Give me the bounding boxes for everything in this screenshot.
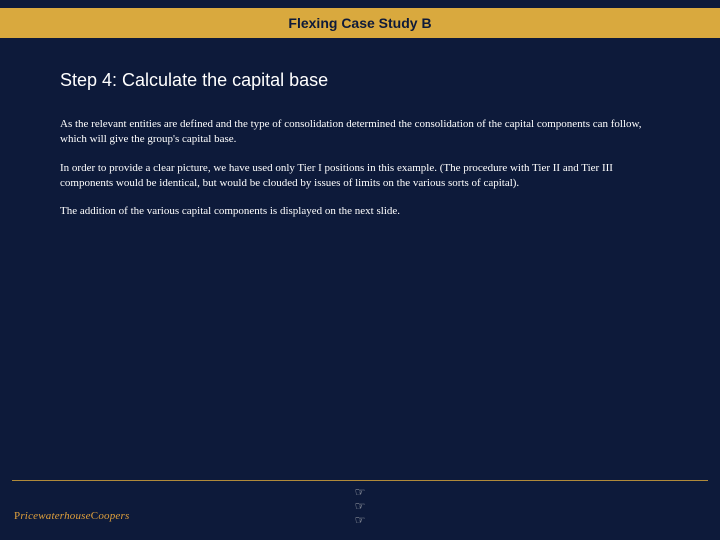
pointer-icon[interactable]: ☞: [355, 486, 366, 499]
content-area: Step 4: Calculate the capital base As th…: [0, 40, 720, 219]
pointer-icon[interactable]: ☞: [355, 514, 366, 527]
nav-icon-stack: ☞ ☞ ☞: [355, 486, 366, 528]
title-bar: Flexing Case Study B: [0, 8, 720, 40]
slide-title: Flexing Case Study B: [288, 15, 431, 31]
pwc-logo: PricewaterhouseCoopers: [14, 510, 129, 522]
top-accent-bar: [0, 0, 720, 8]
footer: PricewaterhouseCoopers ☞ ☞ ☞: [0, 480, 720, 540]
step-heading: Step 4: Calculate the capital base: [60, 70, 660, 91]
body-paragraph: The addition of the various capital comp…: [60, 204, 660, 219]
body-paragraph: As the relevant entities are defined and…: [60, 117, 660, 147]
pointer-icon[interactable]: ☞: [355, 500, 366, 513]
body-paragraph: In order to provide a clear picture, we …: [60, 161, 660, 191]
footer-divider: [12, 480, 708, 481]
